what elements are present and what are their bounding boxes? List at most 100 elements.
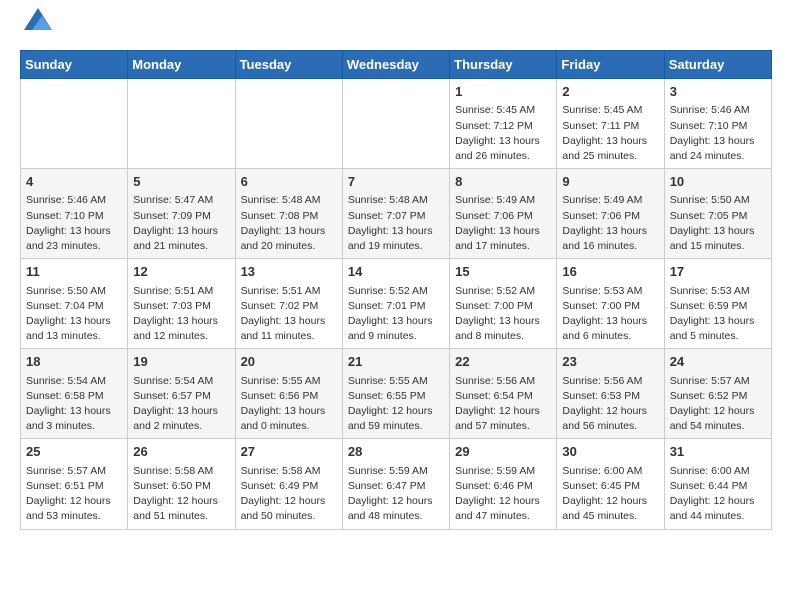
calendar-cell: 25Sunrise: 5:57 AMSunset: 6:51 PMDayligh… [21,439,128,529]
page-header [20,16,772,40]
cell-info: Sunrise: 5:59 AMSunset: 6:47 PMDaylight:… [348,464,444,525]
calendar-cell: 1Sunrise: 5:45 AMSunset: 7:12 PMDaylight… [450,79,557,169]
calendar-week-5: 25Sunrise: 5:57 AMSunset: 6:51 PMDayligh… [21,439,772,529]
calendar-cell: 3 Sunrise: 5:46 AMSunset: 7:10 PMDaylight… [664,79,771,169]
cell-info: Sunrise: 5:51 AMSunset: 7:02 PMDaylight:… [241,284,337,345]
day-number: 13 [241,263,337,281]
calendar-cell: 30 Sunrise: 6:00 AMSunset: 6:45 PMDayligh… [557,439,664,529]
day-number: 27 [241,443,337,461]
calendar-cell: 6 Sunrise: 5:48 AMSunset: 7:08 PMDaylight… [235,169,342,259]
calendar-cell: 11 Sunrise: 5:50 AMSunset: 7:04 PMDayligh… [21,259,128,349]
day-number: 14 [348,263,444,281]
day-number: 18 [26,353,122,371]
day-number: 9 [562,173,658,191]
cell-info: Sunrise: 5:57 AMSunset: 6:52 PMDaylight:… [670,374,766,435]
calendar-cell: 13 Sunrise: 5:51 AMSunset: 7:02 PMDayligh… [235,259,342,349]
calendar-cell [21,79,128,169]
cell-info: Sunrise: 6:00 AMSunset: 6:45 PMDaylight:… [562,464,658,525]
day-number: 10 [670,173,766,191]
day-number: 6 [241,173,337,191]
calendar-week-2: 4 Sunrise: 5:46 AMSunset: 7:10 PMDaylight… [21,169,772,259]
cell-info: Sunrise: 5:52 AMSunset: 7:00 PMDaylight:… [455,284,551,345]
day-number: 24 [670,353,766,371]
calendar-cell: 20 Sunrise: 5:55 AMSunset: 6:56 PMDayligh… [235,349,342,439]
calendar-cell: 28Sunrise: 5:59 AMSunset: 6:47 PMDayligh… [342,439,449,529]
calendar-header-sunday: Sunday [21,51,128,79]
day-number: 17 [670,263,766,281]
day-number: 22 [455,353,551,371]
calendar-cell: 29Sunrise: 5:59 AMSunset: 6:46 PMDayligh… [450,439,557,529]
calendar-cell: 15Sunrise: 5:52 AMSunset: 7:00 PMDayligh… [450,259,557,349]
calendar-week-3: 11 Sunrise: 5:50 AMSunset: 7:04 PMDayligh… [21,259,772,349]
day-number: 19 [133,353,229,371]
cell-info: Sunrise: 5:48 AMSunset: 7:07 PMDaylight:… [348,193,444,254]
calendar-cell: 17 Sunrise: 5:53 AMSunset: 6:59 PMDayligh… [664,259,771,349]
day-number: 4 [26,173,122,191]
cell-info: Sunrise: 5:52 AMSunset: 7:01 PMDaylight:… [348,284,444,345]
cell-info: Sunrise: 5:55 AMSunset: 6:55 PMDaylight:… [348,374,444,435]
calendar-cell: 16 Sunrise: 5:53 AMSunset: 7:00 PMDayligh… [557,259,664,349]
cell-info: Sunrise: 5:45 AMSunset: 7:11 PMDaylight:… [562,103,658,164]
day-number: 8 [455,173,551,191]
cell-info: Sunrise: 5:58 AMSunset: 6:49 PMDaylight:… [241,464,337,525]
cell-info: Sunrise: 5:54 AMSunset: 6:58 PMDaylight:… [26,374,122,435]
cell-info: Sunrise: 5:47 AMSunset: 7:09 PMDaylight:… [133,193,229,254]
cell-info: Sunrise: 5:55 AMSunset: 6:56 PMDaylight:… [241,374,337,435]
calendar-cell: 27 Sunrise: 5:58 AMSunset: 6:49 PMDayligh… [235,439,342,529]
day-number: 16 [562,263,658,281]
calendar-week-1: 1Sunrise: 5:45 AMSunset: 7:12 PMDaylight… [21,79,772,169]
day-number: 2 [562,83,658,101]
cell-info: Sunrise: 5:53 AMSunset: 6:59 PMDaylight:… [670,284,766,345]
cell-info: Sunrise: 5:59 AMSunset: 6:46 PMDaylight:… [455,464,551,525]
calendar-cell: 10 Sunrise: 5:50 AMSunset: 7:05 PMDayligh… [664,169,771,259]
cell-info: Sunrise: 5:53 AMSunset: 7:00 PMDaylight:… [562,284,658,345]
cell-info: Sunrise: 5:51 AMSunset: 7:03 PMDaylight:… [133,284,229,345]
calendar-cell: 19 Sunrise: 5:54 AMSunset: 6:57 PMDayligh… [128,349,235,439]
calendar-cell: 23Sunrise: 5:56 AMSunset: 6:53 PMDayligh… [557,349,664,439]
cell-info: Sunrise: 5:46 AMSunset: 7:10 PMDaylight:… [26,193,122,254]
calendar-cell: 21 Sunrise: 5:55 AMSunset: 6:55 PMDayligh… [342,349,449,439]
cell-info: Sunrise: 5:50 AMSunset: 7:04 PMDaylight:… [26,284,122,345]
cell-info: Sunrise: 5:57 AMSunset: 6:51 PMDaylight:… [26,464,122,525]
logo [20,16,52,40]
day-number: 30 [562,443,658,461]
day-number: 26 [133,443,229,461]
day-number: 31 [670,443,766,461]
cell-info: Sunrise: 5:50 AMSunset: 7:05 PMDaylight:… [670,193,766,254]
calendar-cell: 2 Sunrise: 5:45 AMSunset: 7:11 PMDaylight… [557,79,664,169]
calendar-header-thursday: Thursday [450,51,557,79]
cell-info: Sunrise: 5:48 AMSunset: 7:08 PMDaylight:… [241,193,337,254]
cell-info: Sunrise: 5:56 AMSunset: 6:54 PMDaylight:… [455,374,551,435]
calendar-cell: 18 Sunrise: 5:54 AMSunset: 6:58 PMDayligh… [21,349,128,439]
calendar-cell [342,79,449,169]
calendar-header-friday: Friday [557,51,664,79]
day-number: 20 [241,353,337,371]
calendar-header-wednesday: Wednesday [342,51,449,79]
cell-info: Sunrise: 5:58 AMSunset: 6:50 PMDaylight:… [133,464,229,525]
calendar-cell: 14 Sunrise: 5:52 AMSunset: 7:01 PMDayligh… [342,259,449,349]
cell-info: Sunrise: 5:54 AMSunset: 6:57 PMDaylight:… [133,374,229,435]
day-number: 21 [348,353,444,371]
day-number: 11 [26,263,122,281]
calendar-cell: 4 Sunrise: 5:46 AMSunset: 7:10 PMDaylight… [21,169,128,259]
calendar-header-row: SundayMondayTuesdayWednesdayThursdayFrid… [21,51,772,79]
calendar-cell: 26 Sunrise: 5:58 AMSunset: 6:50 PMDayligh… [128,439,235,529]
cell-info: Sunrise: 5:49 AMSunset: 7:06 PMDaylight:… [455,193,551,254]
calendar-header-saturday: Saturday [664,51,771,79]
calendar-cell [128,79,235,169]
day-number: 3 [670,83,766,101]
calendar-cell: 31 Sunrise: 6:00 AMSunset: 6:44 PMDayligh… [664,439,771,529]
cell-info: Sunrise: 5:45 AMSunset: 7:12 PMDaylight:… [455,103,551,164]
logo-icon [24,8,52,30]
cell-info: Sunrise: 6:00 AMSunset: 6:44 PMDaylight:… [670,464,766,525]
day-number: 5 [133,173,229,191]
calendar-cell: 22 Sunrise: 5:56 AMSunset: 6:54 PMDayligh… [450,349,557,439]
cell-info: Sunrise: 5:46 AMSunset: 7:10 PMDaylight:… [670,103,766,164]
calendar-cell: 12Sunrise: 5:51 AMSunset: 7:03 PMDayligh… [128,259,235,349]
calendar-cell [235,79,342,169]
calendar-cell: 9 Sunrise: 5:49 AMSunset: 7:06 PMDaylight… [557,169,664,259]
calendar-header-tuesday: Tuesday [235,51,342,79]
cell-info: Sunrise: 5:49 AMSunset: 7:06 PMDaylight:… [562,193,658,254]
cell-info: Sunrise: 5:56 AMSunset: 6:53 PMDaylight:… [562,374,658,435]
calendar-week-4: 18 Sunrise: 5:54 AMSunset: 6:58 PMDayligh… [21,349,772,439]
